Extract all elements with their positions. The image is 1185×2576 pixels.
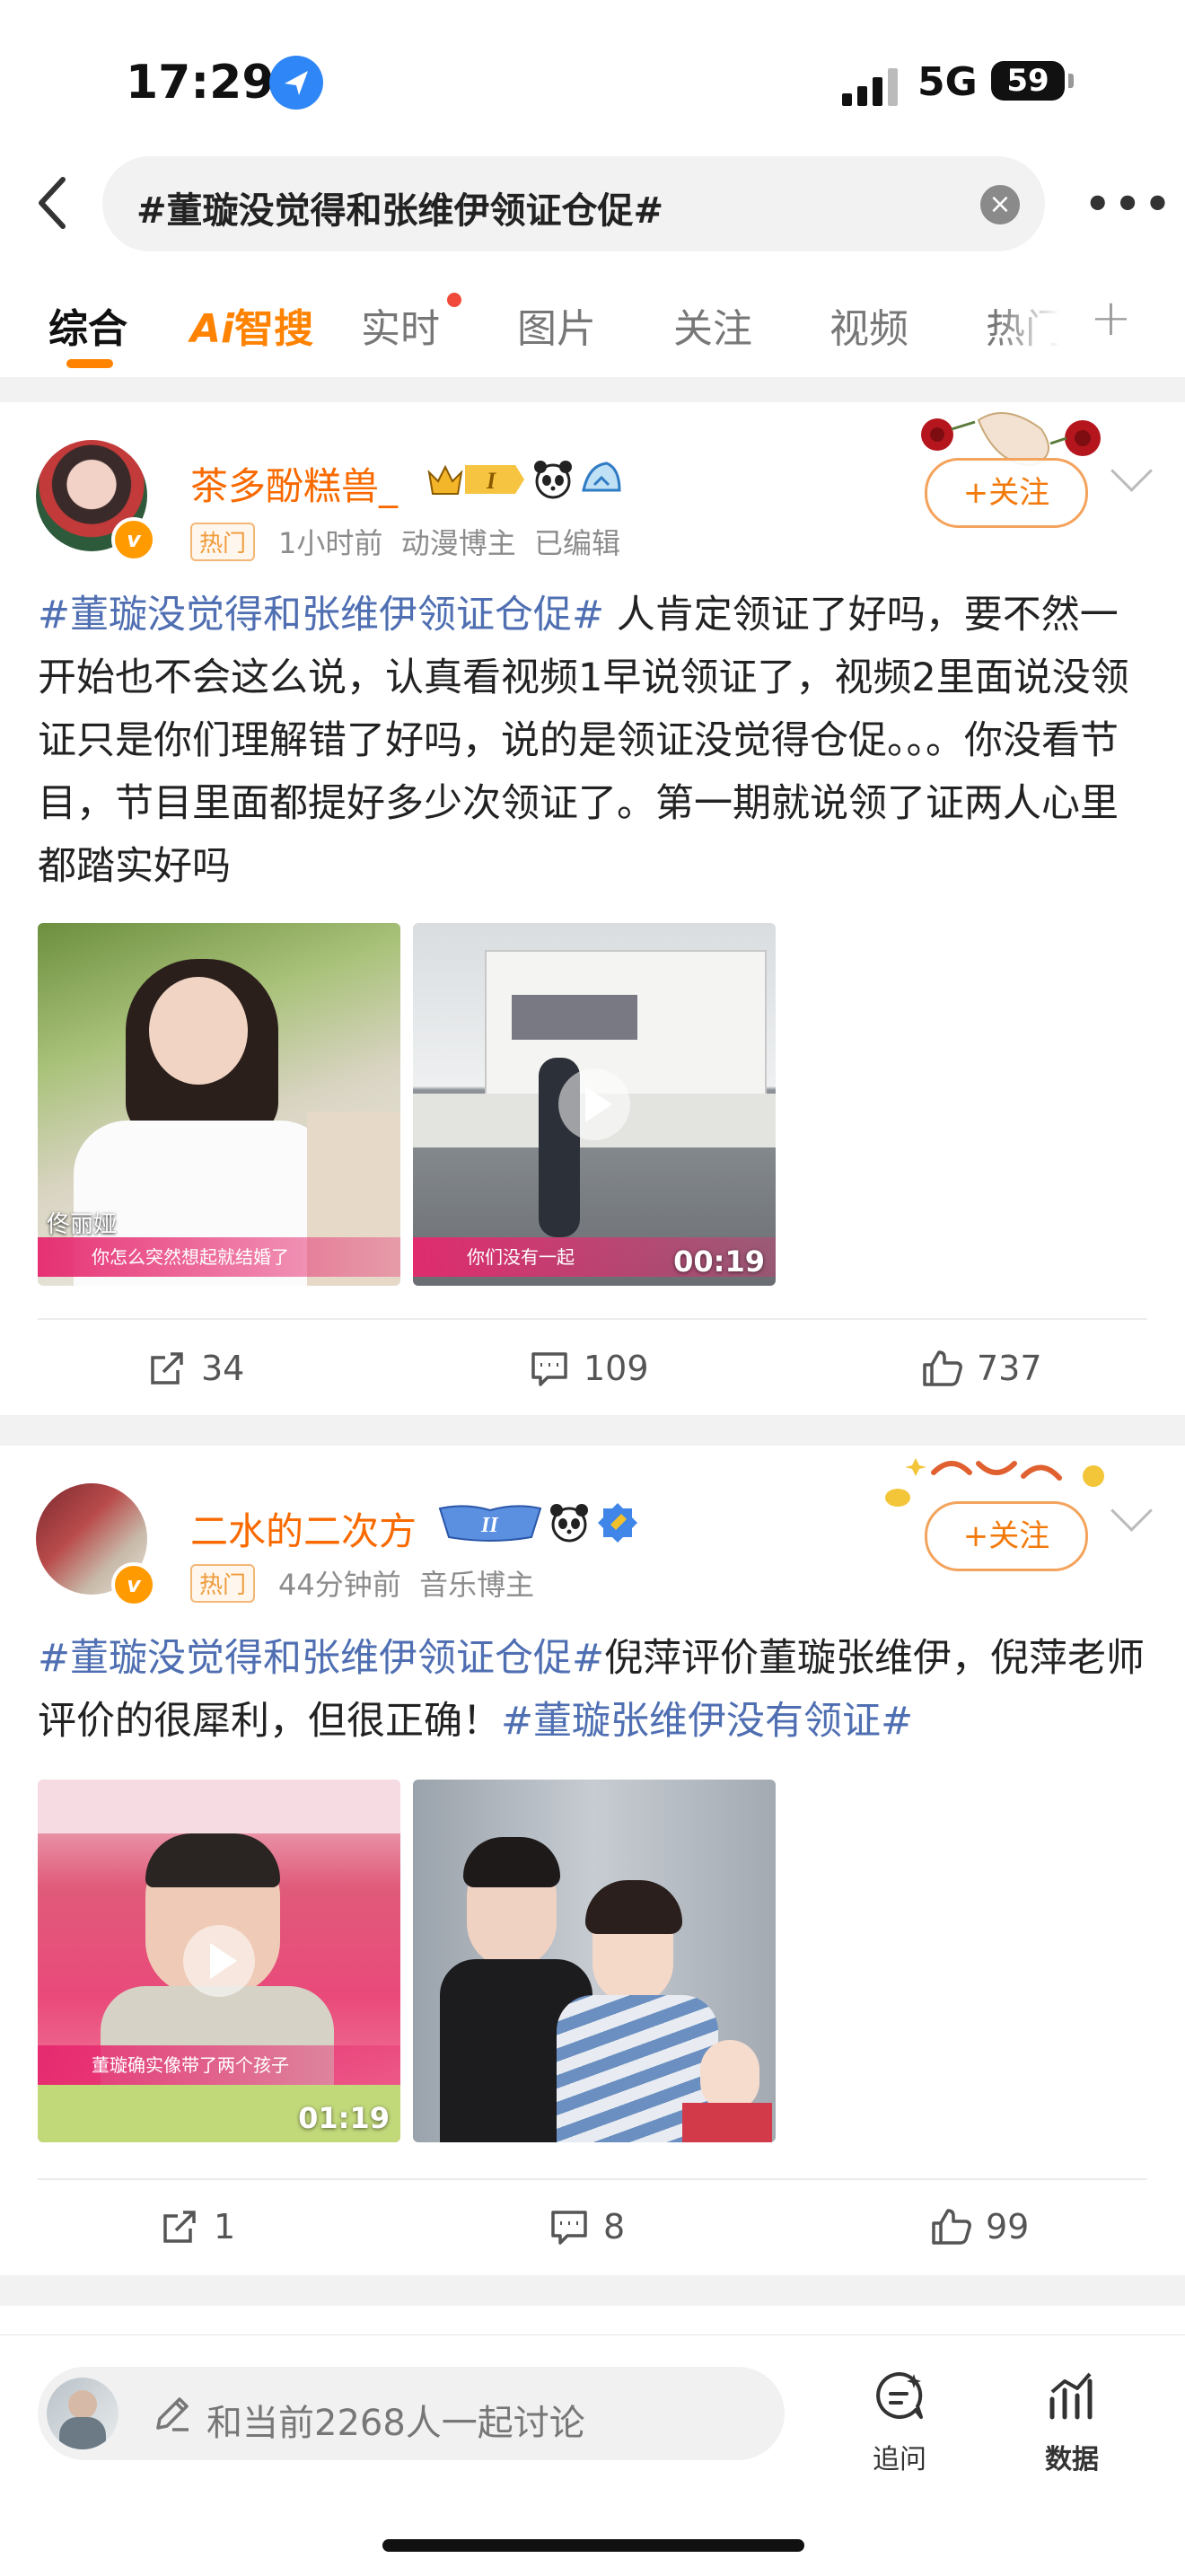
panda-icon <box>534 461 572 499</box>
back-button[interactable] <box>27 171 81 235</box>
network-type: 5G <box>917 59 978 105</box>
post-image[interactable]: 你怎么突然想起就结婚了 佟丽娅 <box>38 923 400 1286</box>
verified-blue-icon <box>598 1503 637 1543</box>
like-count: 99 <box>986 2207 1030 2246</box>
section-separator <box>0 377 1185 402</box>
hashtag-link[interactable]: #董璇没觉得和张维伊领证仓促# <box>38 1636 604 1681</box>
post-text: #董璇没觉得和张维伊领证仓促#倪萍评价董璇张维伊，倪萍老师评价的很犀利，但很正确… <box>38 1636 1146 1744</box>
clear-search-button[interactable]: × <box>980 185 1020 224</box>
video-duration: 00:19 <box>673 1244 765 1279</box>
signal-icon <box>842 66 900 106</box>
music-level-badge-icon: II <box>438 1505 542 1542</box>
chevron-down-icon[interactable] <box>1110 450 1153 492</box>
post-video[interactable]: 你们没有一起 00:19 <box>413 923 776 1286</box>
crown-level-badge-icon: I <box>427 464 524 495</box>
comment-count: 109 <box>584 1349 649 1388</box>
like-icon <box>923 1350 962 1386</box>
status-time: 17:29 <box>126 56 275 110</box>
verified-badge-icon: v <box>111 517 156 562</box>
edit-pencil-icon <box>156 2397 189 2431</box>
name-caption: 佟丽娅 <box>47 1211 118 1238</box>
discuss-placeholder: 和当前2268人一起讨论 <box>206 2403 585 2444</box>
post-username[interactable]: 二水的二次方 <box>190 1501 417 1556</box>
home-indicator[interactable] <box>382 2539 804 2552</box>
like-icon <box>932 2209 971 2245</box>
ask-ai-icon <box>876 2372 923 2419</box>
tab-following[interactable]: 关注 <box>673 296 752 354</box>
battery-icon: 59 <box>991 61 1065 101</box>
chevron-down-icon[interactable] <box>1110 1490 1153 1532</box>
ai-logo-icon: Ai <box>190 306 235 352</box>
shark-badge-icon <box>582 462 621 492</box>
repost-icon <box>151 1352 183 1385</box>
tab-video[interactable]: 视频 <box>830 296 908 354</box>
ask-button[interactable]: 追问 <box>846 2367 953 2476</box>
tab-images[interactable]: 图片 <box>517 296 596 354</box>
notification-dot <box>447 293 461 307</box>
data-chart-icon <box>1049 2372 1093 2420</box>
post-username[interactable]: 茶多酚糕兽_ <box>190 456 398 511</box>
active-tab-indicator <box>66 359 113 368</box>
post-separator <box>0 1415 1185 1446</box>
repost-count: 34 <box>201 1349 245 1388</box>
hashtag-link[interactable]: #董璇没觉得和张维伊领证仓促# <box>38 593 604 637</box>
follow-button[interactable]: +关注 <box>925 1501 1088 1571</box>
play-icon[interactable] <box>183 1925 255 1997</box>
post-meta: 1小时前 动漫博主 已编辑 <box>278 526 621 560</box>
location-arrow-icon <box>269 56 323 110</box>
tab-ai-search[interactable]: Ai智搜 <box>190 296 313 354</box>
follow-button[interactable]: +关注 <box>925 458 1088 528</box>
repost-icon <box>163 2211 196 2243</box>
svg-text:II: II <box>480 1514 499 1537</box>
panda-icon <box>550 1504 588 1543</box>
play-icon[interactable] <box>558 1068 630 1140</box>
verified-badge-icon: v <box>111 1562 156 1607</box>
comment-icon <box>551 2211 587 2245</box>
more-options-button[interactable]: ••• <box>1084 180 1171 228</box>
video-caption: 你怎么突然想起就结婚了 <box>38 1237 400 1277</box>
repost-count: 1 <box>214 2207 236 2246</box>
divider <box>38 1318 1147 1320</box>
add-tab-button[interactable]: + <box>1090 289 1132 347</box>
video-caption: 董璇确实像带了两个孩子 <box>38 2045 400 2085</box>
tab-comprehensive[interactable]: 综合 <box>48 296 127 354</box>
video-duration: 01:19 <box>298 2101 390 2135</box>
post-meta: 44分钟前 音乐博主 <box>278 1568 535 1602</box>
svg-text:I: I <box>486 468 496 494</box>
tab-fade <box>996 287 1086 359</box>
post-video[interactable]: 董璇确实像带了两个孩子 01:19 <box>38 1780 400 2142</box>
hot-tag: 热门 <box>190 1564 256 1603</box>
data-label: 数据 <box>1045 2444 1099 2475</box>
post-text: #董璇没觉得和张维伊领证仓促# 人肯定领证了好吗，要不然一开始也不会这么说，认真… <box>38 593 1129 889</box>
post-separator <box>0 2275 1185 2306</box>
like-count: 737 <box>977 1349 1042 1388</box>
battery-cap <box>1068 74 1074 88</box>
data-button[interactable]: 数据 <box>1018 2367 1126 2476</box>
post-image[interactable] <box>413 1780 776 2142</box>
ask-label: 追问 <box>873 2444 926 2475</box>
hashtag-link[interactable]: #董璇张维伊没有领证# <box>501 1699 913 1744</box>
comment-count: 8 <box>603 2207 626 2246</box>
divider <box>38 2178 1147 2180</box>
tab-realtime[interactable]: 实时 <box>361 296 440 354</box>
user-avatar[interactable] <box>47 2378 118 2449</box>
search-query: #董璇没觉得和张维伊领证仓促# <box>136 190 664 232</box>
comment-icon <box>531 1352 567 1386</box>
hot-tag: 热门 <box>190 523 256 561</box>
